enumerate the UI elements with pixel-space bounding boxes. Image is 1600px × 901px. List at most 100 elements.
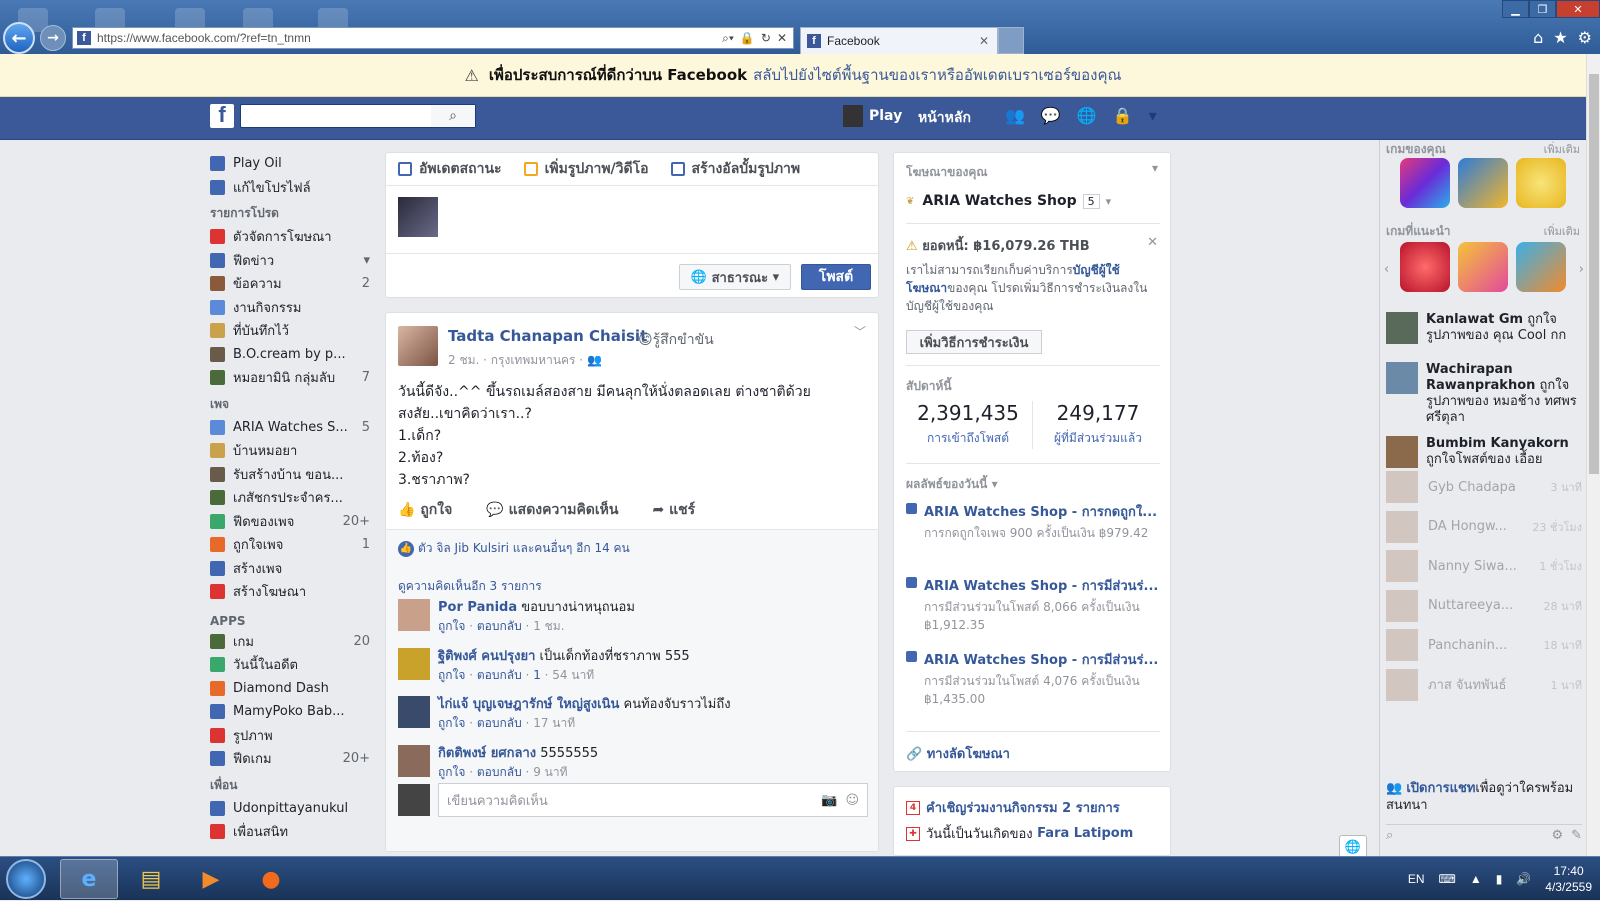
see-more-games-link[interactable]: เพิ่มเติม [1544, 140, 1580, 158]
ad-result-title[interactable]: ARIA Watches Shop - การมีส่วนร่... [906, 649, 1160, 670]
post-options-chevron-icon[interactable]: ﹀ [854, 323, 866, 340]
comment-input[interactable]: เขียนความคิดเห็น 📷 ☺ [438, 783, 868, 817]
ticker-item[interactable]: Wachirapan Rawanprakhon ถูกใจรูปภาพของ ห… [1386, 362, 1586, 426]
farmville-game-icon[interactable] [1458, 158, 1508, 208]
share-button[interactable]: ➦ แชร์ [652, 499, 695, 521]
network-icon[interactable]: ▮ [1496, 872, 1503, 886]
minimize-icon[interactable]: ▁ [1502, 0, 1529, 18]
file-explorer-icon[interactable]: ▤ [122, 859, 180, 899]
chevron-left-icon[interactable]: ‹ [1384, 262, 1389, 277]
candy-soda-game-icon[interactable] [1458, 242, 1508, 292]
view-more-comments-link[interactable]: ดูความคิดเห็นอีก 3 รายการ [398, 577, 542, 596]
ad-result[interactable]: ARIA Watches Shop - การมีส่วนร่... การมีส… [906, 575, 1160, 634]
clock[interactable]: 17:40 4/3/2559 [1545, 863, 1592, 895]
ads-page-selector[interactable]: ❦ ARIA Watches Shop 5 ▾ [906, 193, 1111, 209]
avatar[interactable] [398, 696, 430, 728]
sidebar-item-friends[interactable]: Udonpittayanukul [210, 797, 370, 821]
comment-author[interactable]: Por Panida [438, 600, 517, 615]
sidebar-item-apps[interactable]: เกม 20 [210, 630, 370, 654]
sidebar-item-favorites[interactable]: หมอยามินิ กลุ่มลับ 7 [210, 366, 370, 390]
chat-contact[interactable]: Panchanin... 18 นาที [1386, 628, 1582, 662]
close-tab-icon[interactable]: ✕ [979, 34, 989, 48]
ticker-name[interactable]: Wachirapan Rawanprakhon [1426, 362, 1535, 393]
new-tab-button[interactable] [998, 27, 1024, 54]
sidebar-item-pages[interactable]: เภสัชกรประจำคร... [210, 486, 370, 510]
today-results-title[interactable]: ผลลัพธ์ของวันนี้ ▾ [906, 475, 998, 494]
add-payment-button[interactable]: เพิ่มวิธีการชำระเงิน [906, 330, 1042, 354]
account-menu-icon[interactable]: ▾ [1149, 106, 1157, 125]
event-invites-link[interactable]: 4 คำเชิญร่วมงานกิจกรรม 2 รายการ [906, 797, 1120, 818]
post-button[interactable]: โพสต์ [801, 264, 871, 290]
comment-author[interactable]: ฐิติพงศ์ คนปรุงยา [438, 649, 535, 664]
camera-icon[interactable]: 📷 [821, 793, 837, 808]
language-indicator[interactable]: EN [1408, 872, 1425, 886]
sidebar-item-favorites[interactable]: B.O.cream by p... [210, 343, 370, 367]
home-link[interactable]: หน้าหลัก [918, 107, 971, 129]
sidebar-item-apps[interactable]: MamyPoko Bab... [210, 700, 370, 724]
comment-time[interactable]: 9 นาที [533, 765, 567, 779]
home-icon[interactable]: ⌂ [1533, 28, 1543, 47]
ad-result-title[interactable]: ARIA Watches Shop - การมีส่วนร่... [906, 575, 1160, 596]
chat-contact[interactable]: Gyb Chadapa 3 นาที [1386, 470, 1582, 504]
sidebar-item-apps[interactable]: วันนี้ในอดีต [210, 653, 370, 677]
url-text[interactable]: https://www.facebook.com/?ref=tn_tnmn [97, 31, 311, 45]
ads-shortcut-link[interactable]: 🔗 ทางลัดโฆษณา [906, 743, 1010, 764]
sidebar-item-favorites[interactable]: ที่บันทึกไว้ [210, 319, 370, 343]
comment-reply-link[interactable]: ตอบกลับ [477, 716, 522, 730]
sidebar-item-favorites[interactable]: ตัวจัดการโฆษณา [210, 225, 370, 249]
back-button[interactable]: ← [3, 22, 35, 54]
comment-button[interactable]: 💬 แสดงความคิดเห็น [486, 499, 618, 521]
notifications-globe-icon[interactable]: 🌐 [1077, 106, 1097, 125]
comment-reply-link[interactable]: ตอบกลับ [477, 619, 522, 633]
post-time-location[interactable]: 2 ชม. · กรุงเทพมหานคร · [448, 353, 583, 367]
birthday-name[interactable]: Fara Latipom [1037, 826, 1133, 841]
sidebar-item-top[interactable]: Play Oil [210, 152, 370, 176]
stop-icon[interactable]: ✕ [777, 31, 787, 46]
birthday-link[interactable]: ✚ วันนี้เป็นวันเกิดของ Fara Latipom [906, 823, 1133, 844]
start-button[interactable] [6, 859, 46, 899]
sidebar-item-pages[interactable]: ARIA Watches S... 5 [210, 416, 370, 440]
comment-author[interactable]: กิตติพงษ์ ยศกลาง [438, 746, 536, 761]
sidebar-item-favorites[interactable]: งานกิจกรรม [210, 296, 370, 320]
like-button[interactable]: 👍 ถูกใจ [398, 499, 452, 521]
comment-like-link[interactable]: ถูกใจ [438, 716, 465, 730]
facebook-logo-icon[interactable]: f [210, 102, 234, 128]
settings-gear-icon[interactable]: ⚙ [1578, 28, 1592, 47]
sidebar-item-apps[interactable]: รูปภาพ [210, 724, 370, 748]
sidebar-item-pages[interactable]: สร้างเพจ [210, 557, 370, 581]
show-hidden-icons-icon[interactable]: ▲ [1470, 872, 1482, 886]
audience-selector[interactable]: 🌐 สาธารณะ ▾ [679, 264, 791, 290]
messages-icon[interactable]: 💬 [1041, 106, 1061, 125]
ad-result[interactable]: ARIA Watches Shop - การมีส่วนร่... การมีส… [906, 649, 1160, 708]
internet-explorer-icon[interactable]: e [60, 859, 118, 899]
warning-link[interactable]: สลับไปยังไซต์พื้นฐานของเราหรืออัพเดตเบรา… [753, 63, 1121, 87]
forward-button[interactable]: → [40, 25, 66, 51]
friend-requests-icon[interactable]: 👥 [1005, 106, 1025, 125]
browser-tab[interactable]: f Facebook ✕ [800, 27, 998, 54]
comment-reply-link[interactable]: ตอบกลับ [477, 668, 522, 682]
close-window-icon[interactable]: ✕ [1556, 0, 1600, 18]
pet-rescue-game-icon[interactable] [1516, 242, 1566, 292]
emoji-icon[interactable]: ☺ [845, 793, 859, 808]
avatar[interactable] [398, 326, 438, 366]
sidebar-item-apps[interactable]: Diamond Dash [210, 677, 370, 701]
sidebar-item-pages[interactable]: รับสร้างบ้าน ขอน... [210, 463, 370, 487]
chat-search-input[interactable]: ⌕ ⚙ ✎ [1386, 824, 1582, 846]
close-icon[interactable]: ✕ [1147, 235, 1158, 250]
comment-like-link[interactable]: ถูกใจ [438, 619, 465, 633]
search-dropdown-icon[interactable]: ⌕▾ [722, 31, 734, 46]
chat-contact[interactable]: Nuttareeya... 28 นาที [1386, 589, 1582, 623]
keyboard-icon[interactable]: ⌨ [1439, 872, 1456, 886]
sidebar-item-friends[interactable]: เพื่อนสนิท [210, 820, 370, 844]
profile-shortcut[interactable]: Play [843, 105, 902, 127]
sidebar-item-top[interactable]: แก้ไขโปรไฟล์ [210, 176, 370, 200]
ad-result[interactable]: ARIA Watches Shop - การกดถูกใ... การกดถูก… [906, 501, 1160, 542]
search-input[interactable]: ⌕ [240, 104, 476, 128]
lock-icon[interactable]: 🔒 [740, 31, 755, 46]
engagement-stat[interactable]: 249,177 ผู้ที่มีส่วนร่วมแล้ว [1036, 401, 1160, 448]
sidebar-item-pages[interactable]: ถูกใจเพจ 1 [210, 533, 370, 557]
likes-summary[interactable]: 👍 ตัว จิล Jib Kulsiri และคนอื่นๆ อีก 14 … [386, 529, 878, 567]
media-player-icon[interactable]: ▶ [182, 859, 240, 899]
chevron-down-icon[interactable]: ▾ [1152, 161, 1158, 175]
privacy-shortcuts-icon[interactable]: 🔒 [1113, 106, 1133, 125]
